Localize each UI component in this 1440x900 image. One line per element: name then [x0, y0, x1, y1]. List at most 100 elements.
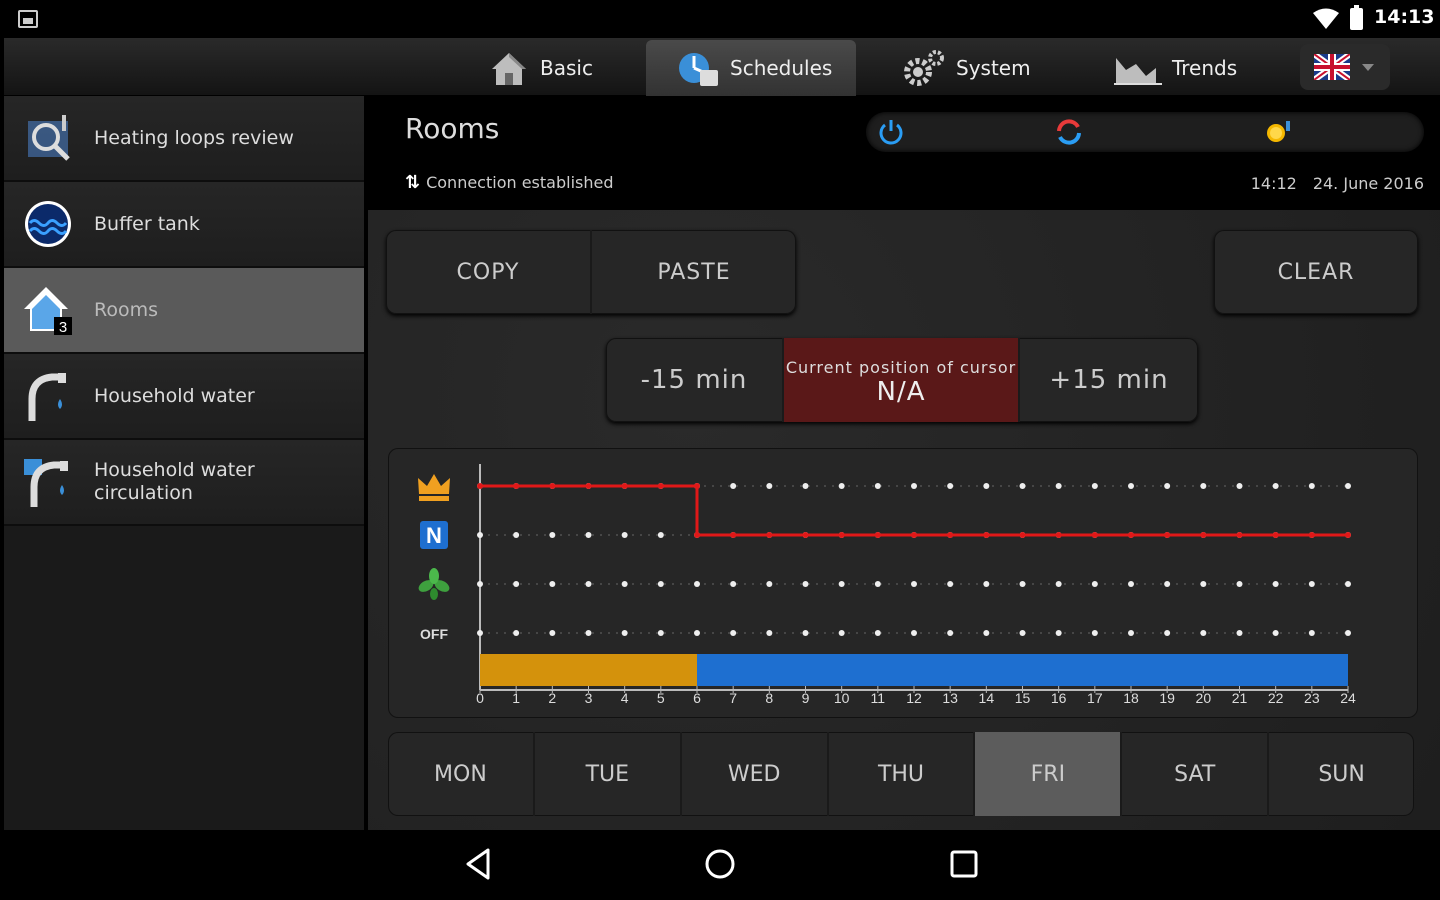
grid-dot — [838, 483, 845, 489]
grid-dot — [549, 630, 556, 636]
schedule-line — [480, 484, 1348, 537]
schedule-point — [1308, 532, 1315, 538]
house-icon — [492, 53, 526, 85]
day-sun[interactable]: SUN — [1267, 732, 1414, 816]
tab-basic[interactable]: Basic — [488, 40, 618, 96]
x-tick-label: 7 — [729, 690, 737, 706]
day-tue[interactable]: TUE — [532, 732, 680, 816]
sidebar-item-household-water-circulation[interactable]: Household water circulation — [4, 440, 364, 526]
plus-15-button[interactable]: +15 min — [1018, 338, 1198, 422]
grid-dot — [947, 630, 954, 636]
x-tick-label: 17 — [1087, 690, 1103, 706]
schedule-point — [730, 532, 737, 538]
schedule-point — [585, 483, 592, 489]
x-tick-label: 16 — [1051, 690, 1067, 706]
grid-dot — [477, 630, 483, 636]
schedule-point — [838, 532, 845, 538]
x-tick-label: 6 — [693, 690, 701, 706]
header-time: 14:12 — [1250, 174, 1297, 193]
day-mon[interactable]: MON — [388, 732, 533, 816]
grid-dot — [1055, 630, 1062, 636]
tab-system-label: System — [956, 56, 1031, 80]
grid-dot — [585, 630, 592, 636]
schedule-point — [947, 532, 954, 538]
x-tick-label: 19 — [1159, 690, 1175, 706]
x-tick-label: 14 — [979, 690, 995, 706]
buffer-tank-icon — [25, 201, 71, 247]
x-tick-label: 1 — [512, 690, 520, 706]
sidebar-item-household-water[interactable]: Household water — [4, 354, 364, 440]
connection-text: Connection established — [426, 173, 614, 192]
normal-mode-icon: N — [420, 521, 448, 549]
top-tab-bar: Basic Schedules System Trends — [4, 38, 1440, 96]
android-nav-bar — [0, 830, 1440, 900]
tab-schedules[interactable]: Schedules — [646, 40, 856, 96]
x-tick-label: 23 — [1304, 690, 1320, 706]
schedule-point — [1236, 532, 1243, 538]
grid-dot — [1164, 581, 1171, 587]
grid-dot — [802, 581, 809, 587]
x-tick-label: 12 — [906, 690, 922, 706]
tab-system[interactable]: System — [900, 40, 1040, 96]
grid-dot — [983, 630, 990, 636]
power-icon[interactable] — [876, 117, 906, 147]
schedule-point — [1128, 532, 1134, 538]
grid-dot — [1091, 630, 1098, 636]
grid-dot — [513, 532, 520, 538]
heating-loops-icon — [28, 115, 70, 161]
schedule-point — [983, 532, 990, 538]
tab-trends[interactable]: Trends — [1114, 40, 1254, 96]
clear-button[interactable]: CLEAR — [1214, 230, 1418, 314]
x-tick-label: 13 — [942, 690, 958, 706]
grid-dot — [766, 630, 773, 636]
copy-button[interactable]: COPY — [386, 230, 590, 314]
grid-dot — [1019, 630, 1026, 636]
sidebar-item-rooms[interactable]: 3 Rooms — [4, 268, 364, 354]
off-mode-label: OFF — [420, 626, 448, 642]
header-datetime: 14:12 24. June 2016 — [1251, 174, 1424, 193]
recents-icon[interactable] — [946, 846, 982, 882]
grid-dot — [838, 581, 845, 587]
schedule-bar-segment — [480, 654, 697, 686]
day-wed[interactable]: WED — [679, 732, 827, 816]
sidebar-item-buffer-tank[interactable]: Buffer tank — [4, 182, 364, 268]
sidebar-item-heating-loops[interactable]: Heating loops review — [4, 96, 364, 182]
schedule-chart[interactable]: NOFF0 1 2 3 4 5 6 7 8 9 10 11 12 13 14 15 16 17 18 19 20 21 22… — [388, 448, 1418, 718]
grid-dot — [1308, 630, 1315, 636]
day-sat[interactable]: SAT — [1120, 732, 1267, 816]
grid-dot — [730, 630, 737, 636]
sidebar-item-label: Household water circulation — [94, 459, 255, 504]
schedule-point — [1345, 532, 1351, 538]
x-tick-label: 5 — [657, 690, 665, 706]
paste-button[interactable]: PASTE — [590, 230, 796, 314]
schedule-point — [802, 532, 809, 538]
sidebar-item-label: Rooms — [94, 298, 159, 321]
grid-dot — [1272, 630, 1279, 636]
tab-trends-label: Trends — [1172, 56, 1238, 80]
x-tick-label: 21 — [1232, 690, 1248, 706]
schedule-chart-panel: N OFF 0 1 2 3 4 5 6 7 8 9 10 11 12 13 14 15 16 17 18 19 20 21 22… — [388, 448, 1418, 718]
schedule-point — [657, 483, 664, 489]
grid-dot — [1055, 581, 1062, 587]
back-icon[interactable] — [462, 846, 494, 882]
refresh-icon[interactable] — [1054, 117, 1084, 147]
day-thu[interactable]: THU — [826, 732, 974, 816]
grid-dot — [549, 532, 556, 538]
schedule-point — [1091, 532, 1098, 538]
sun-icon[interactable] — [1262, 117, 1294, 147]
schedule-content: COPY PASTE CLEAR -15 min Current positio… — [368, 210, 1440, 830]
grid-dot — [802, 483, 809, 489]
minus-15-button[interactable]: -15 min — [606, 338, 782, 422]
grid-dot — [1345, 483, 1351, 489]
wifi-icon — [1313, 8, 1339, 29]
schedule-point — [549, 483, 556, 489]
language-selector[interactable] — [1300, 44, 1390, 90]
grid-dot — [694, 630, 700, 636]
grid-dot — [657, 532, 664, 538]
header-date: 24. June 2016 — [1312, 174, 1424, 193]
schedule-point — [477, 483, 483, 489]
day-fri[interactable]: FRI — [973, 732, 1121, 816]
home-icon[interactable] — [702, 846, 738, 882]
x-tick-label: 22 — [1268, 690, 1284, 706]
x-tick-label: 3 — [585, 690, 593, 706]
